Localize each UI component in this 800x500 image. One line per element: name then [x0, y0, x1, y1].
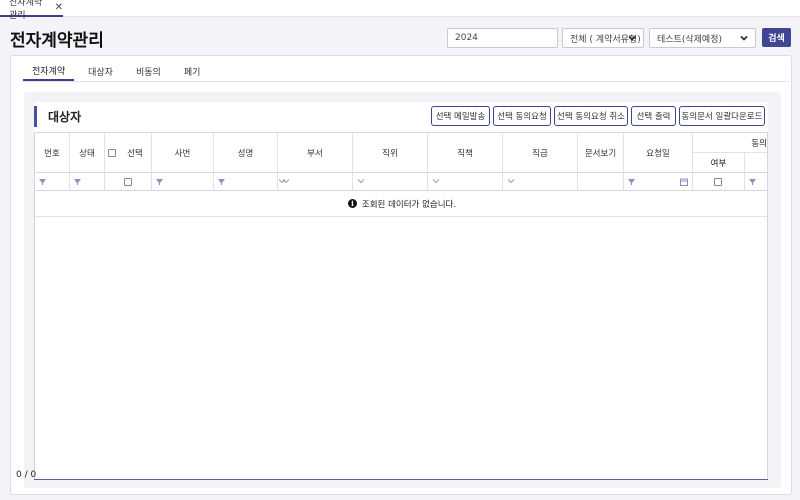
col-view-document[interactable]: 문서보기 — [578, 133, 624, 173]
chevron-down-icon — [432, 179, 440, 184]
tab-bar: 전자계약관리 ✕ — [0, 0, 800, 21]
filter-status[interactable] — [70, 173, 105, 191]
filter-employee-id[interactable] — [152, 173, 214, 191]
col-select-label: 선택 — [127, 149, 143, 159]
page-title: 전자계약관리 — [10, 31, 104, 51]
filter-number[interactable] — [35, 173, 70, 191]
col-request-date[interactable]: 요청일 — [624, 133, 693, 173]
filter-icon — [156, 179, 163, 185]
tab-contract-management[interactable]: 전자계약관리 ✕ — [0, 0, 63, 21]
filter-department[interactable] — [278, 173, 353, 191]
target-card: 대상자 선택 메일발송 선택 동의요청 선택 동의요청 취소 선택 출력 동의문… — [34, 102, 768, 480]
close-icon[interactable]: ✕ — [55, 2, 63, 13]
tab-discard[interactable]: 폐기 — [175, 62, 210, 81]
year-value: 2024 — [455, 33, 478, 43]
divider — [23, 81, 789, 82]
filter-icon — [749, 179, 756, 185]
calendar-icon[interactable] — [680, 178, 688, 186]
empty-message-row: i 조회된 데이터가 없습니다. — [35, 191, 767, 217]
test-select-value: 테스트(삭제예정) — [657, 34, 722, 45]
filter-icon — [218, 179, 225, 185]
section-title: 대상자 — [34, 106, 81, 127]
chevron-down-icon — [507, 179, 515, 184]
col-department[interactable]: 부서 — [278, 133, 353, 173]
empty-message: 조회된 데이터가 없습니다. — [361, 199, 457, 210]
print-button[interactable]: 선택 출력 — [631, 106, 676, 126]
tab-label: 전자계약관리 — [9, 0, 43, 21]
col-group-consent: 동의 — [693, 133, 767, 153]
chevron-down-icon — [628, 35, 636, 41]
filter-row — [35, 173, 767, 191]
col-select[interactable]: 선택 — [105, 133, 152, 173]
col-grade[interactable]: 직급 — [503, 133, 578, 173]
col-duty[interactable]: 직책 — [428, 133, 503, 173]
cancel-consent-request-button[interactable]: 선택 동의요청 취소 — [554, 106, 628, 126]
filter-name[interactable] — [214, 173, 286, 191]
filter-consent-checkbox[interactable] — [714, 178, 722, 186]
record-count: 0 / 0 — [16, 470, 37, 480]
col-position[interactable]: 직위 — [353, 133, 428, 173]
filter-select[interactable] — [105, 173, 152, 191]
col-number[interactable]: 번호 — [35, 133, 70, 173]
contract-type-select[interactable]: 전체 ( 계약서유형) — [562, 28, 644, 48]
col-consent-extra[interactable] — [745, 153, 767, 173]
data-grid: 번호 상태 선택 사번 성명 부서 직위 직책 직급 문서보기 요청일 동의 여… — [34, 132, 768, 480]
send-mail-button[interactable]: 선택 메일발송 — [431, 106, 490, 126]
test-select[interactable]: 테스트(삭제예정) — [649, 28, 756, 48]
select-all-checkbox[interactable] — [108, 149, 116, 157]
filter-request-date[interactable] — [624, 173, 693, 191]
search-button[interactable]: 검색 — [762, 28, 791, 47]
chevron-down-icon — [740, 35, 748, 41]
filter-duty[interactable] — [428, 173, 503, 191]
tab-e-contract[interactable]: 전자계약 — [23, 62, 75, 81]
tab-targets[interactable]: 대상자 — [79, 62, 122, 81]
filter-icon — [628, 179, 635, 185]
main-panel: 전자계약 대상자 비동의 폐기 대상자 선택 메일발송 선택 동의요청 선택 동… — [10, 55, 792, 495]
grid-header: 번호 상태 선택 사번 성명 부서 직위 직책 직급 문서보기 요청일 동의 여… — [35, 133, 767, 173]
filter-grade[interactable] — [503, 173, 578, 191]
chevron-down-icon — [282, 179, 290, 184]
request-consent-button[interactable]: 선택 동의요청 — [493, 106, 551, 126]
bulk-download-button[interactable]: 동의문서 일괄다운로드 — [679, 106, 765, 126]
filter-select-checkbox[interactable] — [124, 178, 132, 186]
year-input[interactable]: 2024 — [447, 28, 558, 48]
content-area: 대상자 선택 메일발송 선택 동의요청 선택 동의요청 취소 선택 출력 동의문… — [24, 92, 781, 488]
filter-position[interactable] — [353, 173, 428, 191]
filter-view-document[interactable] — [578, 173, 624, 191]
filter-icon — [74, 179, 81, 185]
filter-consent-status[interactable] — [693, 173, 745, 191]
tab-disagree[interactable]: 비동의 — [127, 62, 170, 81]
col-status[interactable]: 상태 — [70, 133, 105, 173]
col-employee-id[interactable]: 사번 — [152, 133, 214, 173]
col-consent-status[interactable]: 여부 — [693, 153, 745, 173]
col-name[interactable]: 성명 — [214, 133, 278, 173]
filter-consent-extra[interactable] — [745, 173, 767, 191]
chevron-down-icon — [357, 179, 365, 184]
grid-bottom-border — [34, 479, 768, 480]
sub-tabs: 전자계약 대상자 비동의 폐기 — [23, 62, 214, 81]
info-icon: i — [347, 199, 357, 208]
filter-icon — [39, 179, 46, 185]
